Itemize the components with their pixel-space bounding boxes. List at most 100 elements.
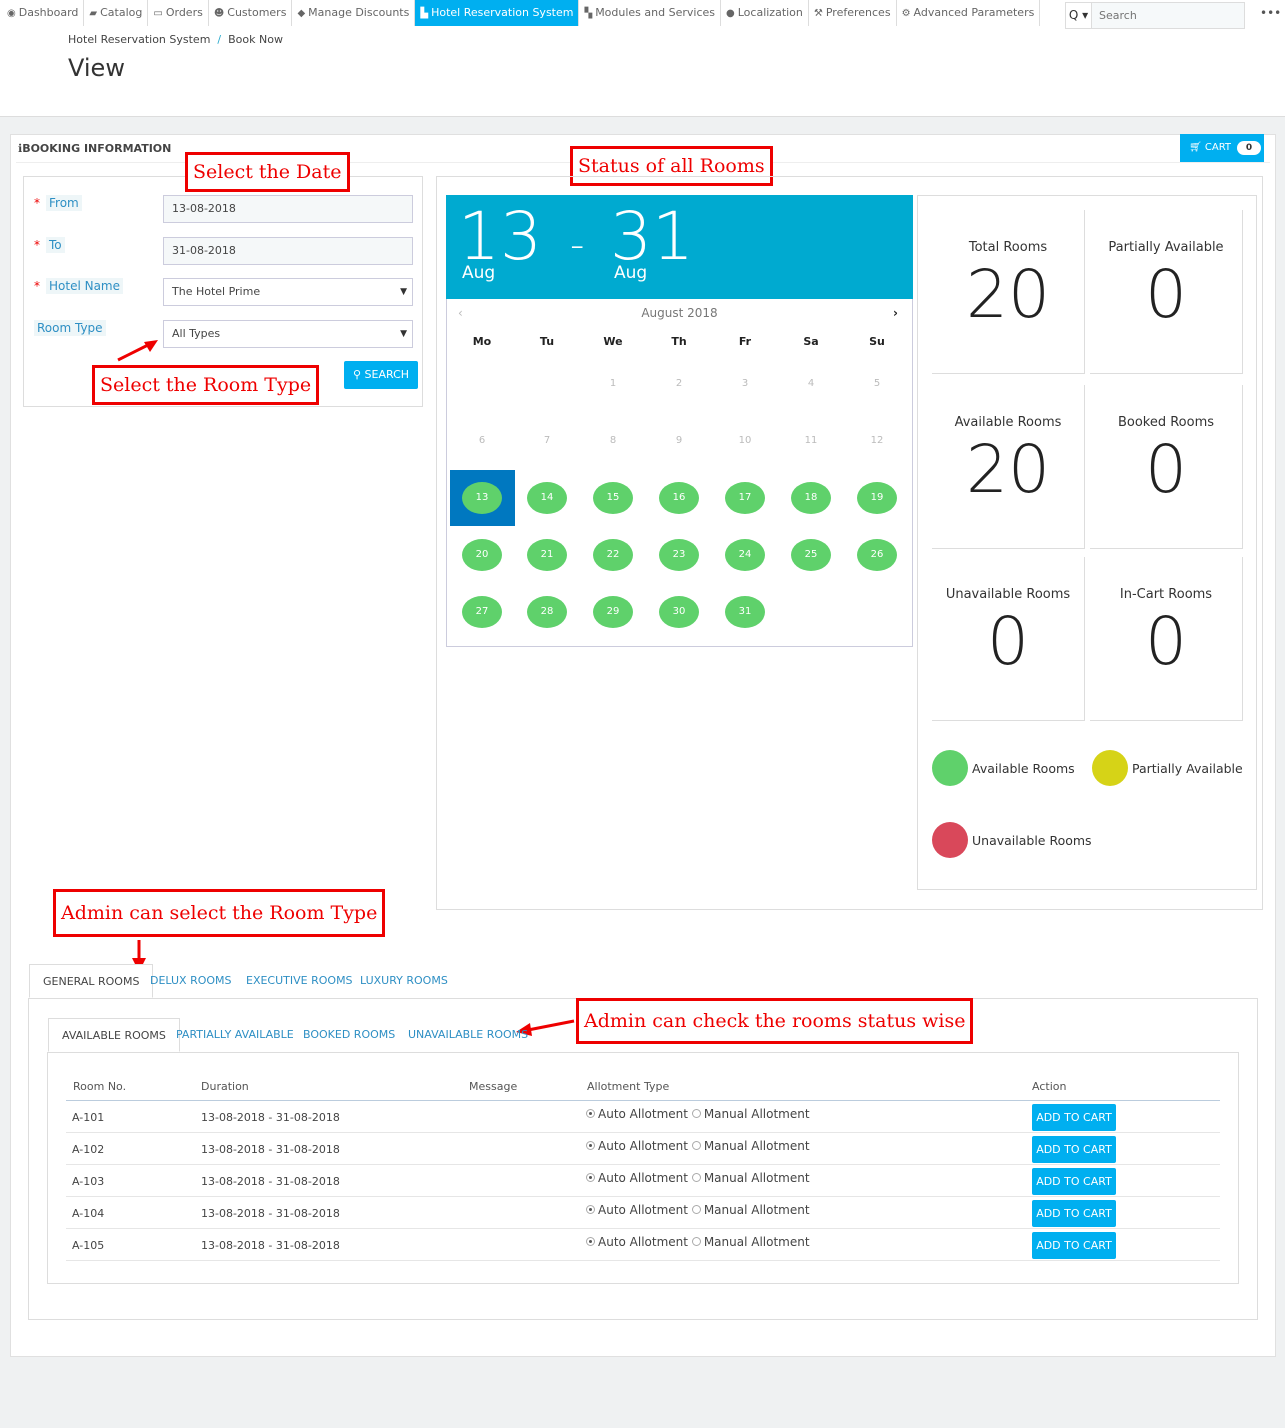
calendar-day[interactable]: 13 xyxy=(462,482,502,514)
room-number: A-101 xyxy=(72,1111,105,1124)
calendar-day[interactable]: 7 xyxy=(527,425,567,457)
calendar-day[interactable]: 1 xyxy=(593,368,633,400)
duration: 13-08-2018 - 31-08-2018 xyxy=(201,1111,340,1124)
stat-booked-rooms: Booked Rooms 0 xyxy=(1090,385,1243,549)
calendar-day[interactable]: 12 xyxy=(857,425,897,457)
calendar-day[interactable]: 4 xyxy=(791,368,831,400)
hotel-name-select[interactable]: The Hotel Prime ▼ xyxy=(163,278,413,306)
auto-allotment-radio[interactable] xyxy=(586,1141,595,1150)
calendar-day[interactable]: 3 xyxy=(725,368,765,400)
calendar-day[interactable]: 19 xyxy=(857,482,897,514)
room-number: A-104 xyxy=(72,1207,105,1220)
calendar-day[interactable]: 23 xyxy=(659,539,699,571)
weekday-header: Su xyxy=(869,335,885,348)
add-to-cart-button[interactable]: ADD TO CART xyxy=(1032,1168,1116,1195)
calendar-day[interactable]: 2 xyxy=(659,368,699,400)
legend-label: Partially Available xyxy=(1132,760,1243,776)
manual-allotment-radio[interactable] xyxy=(691,1205,701,1214)
add-to-cart-button[interactable]: ADD TO CART xyxy=(1032,1136,1116,1163)
manual-allotment-radio[interactable] xyxy=(691,1173,701,1182)
calendar-day[interactable]: 20 xyxy=(462,539,502,571)
tab-partially-available[interactable]: PARTIALLY AVAILABLE xyxy=(163,1018,307,1052)
to-date-input[interactable]: 31-08-2018 xyxy=(163,237,413,265)
auto-allotment-radio[interactable] xyxy=(586,1237,595,1246)
nav-item-dashboard[interactable]: ◉ Dashboard xyxy=(2,0,85,26)
tab-delux-rooms[interactable]: DELUX ROOMS xyxy=(137,964,245,998)
stat-partially-available: Partially Available 0 xyxy=(1090,210,1243,374)
range-end-month: Aug xyxy=(614,263,648,283)
breadcrumb-separator: / xyxy=(217,33,222,46)
nav-item-advanced-parameters[interactable]: ⚙ Advanced Parameters xyxy=(897,0,1041,26)
radio-label: Auto Allotment xyxy=(598,1235,688,1249)
more-icon[interactable]: ••• xyxy=(1260,6,1281,20)
calendar-day[interactable]: 28 xyxy=(527,596,567,628)
calendar-day[interactable]: 31 xyxy=(725,596,765,628)
calendar-day[interactable]: 27 xyxy=(462,596,502,628)
nav-item-catalog[interactable]: ▰ Catalog xyxy=(84,0,149,26)
cogs-icon: ⚙ xyxy=(901,8,911,19)
manual-allotment-radio[interactable] xyxy=(691,1109,701,1118)
nav-item-orders[interactable]: ▭ Orders xyxy=(148,0,209,26)
calendar-day[interactable]: 14 xyxy=(527,482,567,514)
nav-item-preferences[interactable]: ⚒ Preferences xyxy=(809,0,897,26)
calendar-day[interactable]: 6 xyxy=(462,425,502,457)
tab-general-rooms[interactable]: GENERAL ROOMS xyxy=(29,964,154,998)
duration: 13-08-2018 - 31-08-2018 xyxy=(201,1207,340,1220)
calendar-day[interactable]: 9 xyxy=(659,425,699,457)
calendar-day[interactable]: 15 xyxy=(593,482,633,514)
auto-allotment-radio[interactable] xyxy=(586,1173,595,1182)
add-to-cart-button[interactable]: ADD TO CART xyxy=(1032,1232,1116,1259)
auto-allotment-radio[interactable] xyxy=(586,1109,595,1118)
breadcrumb-link[interactable]: Hotel Reservation System xyxy=(68,33,210,46)
nav-item-customers[interactable]: ☻ Customers xyxy=(209,0,293,26)
calendar-day[interactable]: 22 xyxy=(593,539,633,571)
calendar-day[interactable]: 5 xyxy=(857,368,897,400)
calendar-day[interactable]: 21 xyxy=(527,539,567,571)
calendar-month-title: August 2018 xyxy=(641,306,718,320)
allotment-type: Auto Allotment Manual Allotment xyxy=(586,1107,810,1121)
calendar-day[interactable]: 29 xyxy=(593,596,633,628)
nav-item-localization[interactable]: ● Localization xyxy=(721,0,809,26)
manual-allotment-radio[interactable] xyxy=(691,1141,701,1150)
nav-item-manage-discounts[interactable]: ◆ Manage Discounts xyxy=(292,0,416,26)
annotation-select-room-type: Select the Room Type xyxy=(92,365,320,405)
stat-label: Available Rooms xyxy=(954,415,1062,430)
room-type-select[interactable]: All Types ▼ xyxy=(163,320,413,348)
allotment-type: Auto Allotment Manual Allotment xyxy=(586,1171,810,1185)
search-button[interactable]: ⚲ SEARCH xyxy=(344,361,418,389)
puzzle-icon: ▚ xyxy=(584,8,593,19)
from-date-input[interactable]: 13-08-2018 xyxy=(163,195,413,223)
search-input[interactable] xyxy=(1092,3,1244,28)
stat-label: Total Rooms xyxy=(968,240,1048,255)
calendar-day[interactable]: 30 xyxy=(659,596,699,628)
nav-item-hotel-reservation-system[interactable]: ▙ Hotel Reservation System xyxy=(415,0,580,26)
legend-item: Partially Available xyxy=(1092,750,1243,786)
page-title: View xyxy=(68,54,125,82)
tab-executive-rooms[interactable]: EXECUTIVE ROOMS xyxy=(233,964,366,998)
manual-allotment-radio[interactable] xyxy=(691,1237,701,1246)
tab-unavailable-rooms[interactable]: UNAVAILABLE ROOMS xyxy=(395,1018,541,1052)
calendar-day[interactable]: 25 xyxy=(791,539,831,571)
calendar-day[interactable]: 17 xyxy=(725,482,765,514)
calendar-day[interactable]: 16 xyxy=(659,482,699,514)
calendar-day[interactable]: 8 xyxy=(593,425,633,457)
calendar-day[interactable]: 24 xyxy=(725,539,765,571)
weekday-header: Tu xyxy=(539,335,555,348)
add-to-cart-button[interactable]: ADD TO CART xyxy=(1032,1104,1116,1131)
add-to-cart-button[interactable]: ADD TO CART xyxy=(1032,1200,1116,1227)
tab-booked-rooms[interactable]: BOOKED ROOMS xyxy=(290,1018,408,1052)
auto-allotment-radio[interactable] xyxy=(586,1205,595,1214)
search-type-dropdown[interactable]: Q ▾ xyxy=(1066,3,1092,28)
nav-item-modules-and-services[interactable]: ▚ Modules and Services xyxy=(579,0,721,26)
annotation-arrow xyxy=(117,340,158,362)
radio-label: Auto Allotment xyxy=(598,1139,688,1153)
cart-button[interactable]: 🛒︎ CART 0 xyxy=(1180,134,1264,162)
search-icon: Q xyxy=(1068,8,1079,22)
calendar-day[interactable]: 10 xyxy=(725,425,765,457)
stat-available-rooms: Available Rooms 20 xyxy=(932,385,1085,549)
calendar-day[interactable]: 18 xyxy=(791,482,831,514)
tab-available-rooms[interactable]: AVAILABLE ROOMS xyxy=(48,1018,180,1052)
calendar-day[interactable]: 26 xyxy=(857,539,897,571)
tab-luxury-rooms[interactable]: LUXURY ROOMS xyxy=(347,964,461,998)
calendar-day[interactable]: 11 xyxy=(791,425,831,457)
